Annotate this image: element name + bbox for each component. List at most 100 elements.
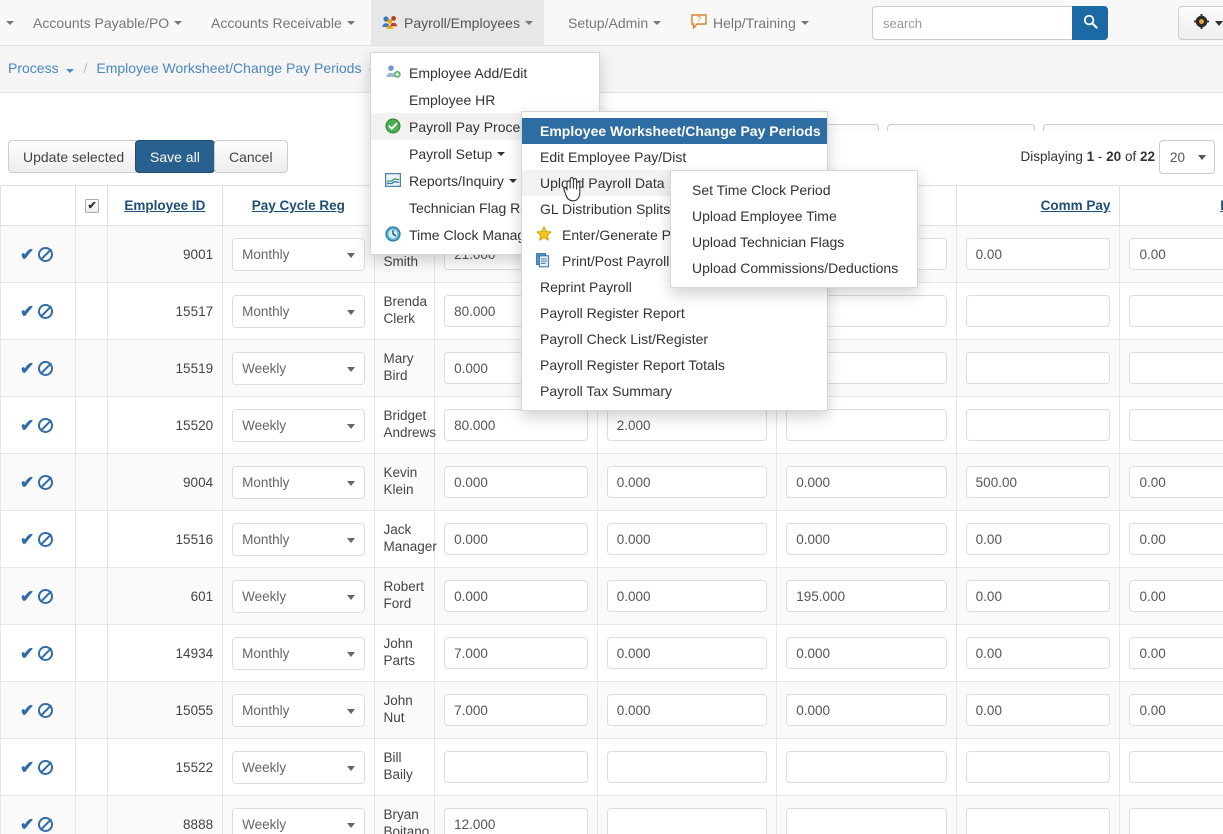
nav-item-setup-admin[interactable]: Setup/Admin xyxy=(557,0,672,45)
comm-pay-input[interactable] xyxy=(965,295,1111,327)
cell-bonus-pay[interactable] xyxy=(1119,396,1223,454)
cell-bonus-pay[interactable] xyxy=(1119,339,1223,397)
cell-reg-hrs[interactable]: 12.000 xyxy=(434,795,598,834)
check-icon[interactable]: ✔ xyxy=(20,645,34,662)
sort-link-pay-cycle-reg[interactable]: Pay Cycle Reg xyxy=(252,198,345,213)
cell-pay-cycle[interactable]: Weekly xyxy=(222,738,375,796)
check-icon[interactable]: ✔ xyxy=(20,474,34,491)
th-comm-pay[interactable]: Comm Pay xyxy=(955,185,1121,226)
cell-other-hrs[interactable]: 0.000 xyxy=(776,453,957,511)
ban-icon[interactable] xyxy=(38,303,54,319)
reg-hrs-input[interactable]: 7.000 xyxy=(444,694,588,726)
row-select-cell[interactable] xyxy=(75,282,108,340)
cancel-button[interactable]: Cancel xyxy=(214,140,288,173)
row-select-cell[interactable] xyxy=(75,453,108,511)
reg-hrs-input[interactable]: 0.000 xyxy=(444,466,588,498)
pay-cycle-select[interactable]: Weekly xyxy=(232,807,365,834)
ban-icon[interactable] xyxy=(38,474,54,490)
menu-item-upload-commissions-deductions[interactable]: Upload Commissions/Deductions xyxy=(671,255,917,281)
comm-pay-input[interactable]: 0.00 xyxy=(965,238,1111,270)
cell-bonus-pay[interactable]: 0.00 xyxy=(1119,624,1223,682)
th-bonus-pay[interactable]: Bonus Pay xyxy=(1119,185,1223,226)
bonus-pay-input[interactable] xyxy=(1129,352,1223,384)
update-selected-button[interactable]: Update selected xyxy=(8,140,140,173)
bonus-pay-input[interactable]: 0.00 xyxy=(1129,523,1223,555)
cell-ot-hrs[interactable]: 0.000 xyxy=(596,510,778,568)
nav-item-accounts-receivable[interactable]: Accounts Receivable xyxy=(200,0,366,45)
menu-item-employee-worksheet-change-pay-periods[interactable]: Employee Worksheet/Change Pay Periods xyxy=(522,118,827,144)
menu-item-upload-technician-flags[interactable]: Upload Technician Flags xyxy=(671,229,917,255)
reg-hrs-input[interactable] xyxy=(444,751,588,783)
row-select-cell[interactable] xyxy=(75,681,108,739)
row-select-cell[interactable] xyxy=(75,225,108,283)
ot-hrs-input[interactable]: 0.000 xyxy=(606,523,768,555)
ban-icon[interactable] xyxy=(38,588,54,604)
cell-ot-hrs[interactable]: 0.000 xyxy=(596,681,778,739)
menu-item-employee-hr[interactable]: Employee HR xyxy=(371,86,599,113)
menu-item-edit-employee-pay-dist[interactable]: Edit Employee Pay/Dist xyxy=(522,144,827,170)
cell-pay-cycle[interactable]: Monthly xyxy=(222,681,375,739)
cell-ot-hrs[interactable]: 0.000 xyxy=(596,624,778,682)
ban-icon[interactable] xyxy=(38,246,54,262)
cell-pay-cycle[interactable]: Weekly xyxy=(222,795,375,834)
cell-pay-cycle[interactable]: Weekly xyxy=(222,339,375,397)
cell-comm-pay[interactable] xyxy=(955,795,1121,834)
reg-hrs-input[interactable]: 0.000 xyxy=(444,580,588,612)
table-row[interactable]: ✔ 9004 Monthly Kevin Klein 0.000 0.000 0.000 50… xyxy=(0,453,1223,511)
cell-pay-cycle[interactable]: Monthly xyxy=(222,225,375,283)
pay-cycle-select[interactable]: Monthly xyxy=(232,693,365,727)
table-row[interactable]: ✔ 15055 Monthly John Nut 7.000 0.000 0.000 0.00… xyxy=(0,681,1223,739)
cell-bonus-pay[interactable]: 0.00 xyxy=(1119,510,1223,568)
table-row[interactable]: ✔ 15516 Monthly Jack Manager 0.000 0.000 0.000… xyxy=(0,510,1223,568)
comm-pay-input[interactable] xyxy=(965,409,1111,441)
bonus-pay-input[interactable] xyxy=(1129,808,1223,834)
cell-reg-hrs[interactable]: 7.000 xyxy=(434,681,598,739)
cell-ot-hrs[interactable] xyxy=(596,795,778,834)
pay-cycle-select[interactable]: Monthly xyxy=(232,237,365,271)
select-all-checkbox[interactable]: ✔ xyxy=(85,198,100,213)
nav-item-accounts-payable[interactable]: Accounts Payable/PO xyxy=(22,0,193,45)
bonus-pay-input[interactable]: 0.00 xyxy=(1129,694,1223,726)
other-hrs-input[interactable] xyxy=(786,808,947,834)
cell-pay-cycle[interactable]: Monthly xyxy=(222,624,375,682)
cell-bonus-pay[interactable]: 0.00 xyxy=(1119,681,1223,739)
check-icon[interactable]: ✔ xyxy=(20,360,34,377)
bonus-pay-input[interactable] xyxy=(1129,751,1223,783)
ban-icon[interactable] xyxy=(38,759,54,775)
comm-pay-input[interactable] xyxy=(965,808,1111,834)
bonus-pay-input[interactable]: 0.00 xyxy=(1129,580,1223,612)
cell-pay-cycle[interactable]: Weekly xyxy=(222,567,375,625)
cell-comm-pay[interactable] xyxy=(955,738,1121,796)
cell-pay-cycle[interactable]: Monthly xyxy=(222,510,375,568)
cell-comm-pay[interactable]: 0.00 xyxy=(955,510,1121,568)
comm-pay-input[interactable]: 500.00 xyxy=(965,466,1111,498)
row-select-cell[interactable] xyxy=(75,738,108,796)
cell-other-hrs[interactable]: 0.000 xyxy=(776,681,957,739)
menu-item-payroll-tax-summary[interactable]: Payroll Tax Summary xyxy=(522,378,827,404)
ot-hrs-input[interactable]: 0.000 xyxy=(606,466,768,498)
table-row[interactable]: ✔ 14934 Monthly John Parts 7.000 0.000 0.000 0.… xyxy=(0,624,1223,682)
pay-cycle-select[interactable]: Monthly xyxy=(232,465,365,499)
ot-hrs-input[interactable]: 0.000 xyxy=(606,580,768,612)
check-icon[interactable]: ✔ xyxy=(20,816,34,833)
row-select-cell[interactable] xyxy=(75,339,108,397)
cell-bonus-pay[interactable]: 0.00 xyxy=(1119,225,1223,283)
pay-cycle-select[interactable]: Weekly xyxy=(232,579,365,613)
cell-comm-pay[interactable]: 0.00 xyxy=(955,225,1121,283)
menu-item-payroll-check-list-register[interactable]: Payroll Check List/Register xyxy=(522,326,827,352)
sort-link-employee-id[interactable]: Employee ID xyxy=(124,198,205,213)
pay-cycle-select[interactable]: Monthly xyxy=(232,636,365,670)
cell-other-hrs[interactable]: 195.000 xyxy=(776,567,957,625)
search-button[interactable] xyxy=(1072,6,1108,40)
ot-hrs-input[interactable] xyxy=(606,808,768,834)
check-icon[interactable]: ✔ xyxy=(20,417,34,434)
comm-pay-input[interactable]: 0.00 xyxy=(965,580,1111,612)
cell-ot-hrs[interactable]: 0.000 xyxy=(596,567,778,625)
cell-comm-pay[interactable]: 0.00 xyxy=(955,681,1121,739)
row-select-cell[interactable] xyxy=(75,396,108,454)
cell-other-hrs[interactable]: 0.000 xyxy=(776,624,957,682)
menu-item-payroll-register-report[interactable]: Payroll Register Report xyxy=(522,300,827,326)
reg-hrs-input[interactable]: 7.000 xyxy=(444,637,588,669)
comm-pay-input[interactable]: 0.00 xyxy=(965,523,1111,555)
cell-bonus-pay[interactable]: 0.00 xyxy=(1119,453,1223,511)
